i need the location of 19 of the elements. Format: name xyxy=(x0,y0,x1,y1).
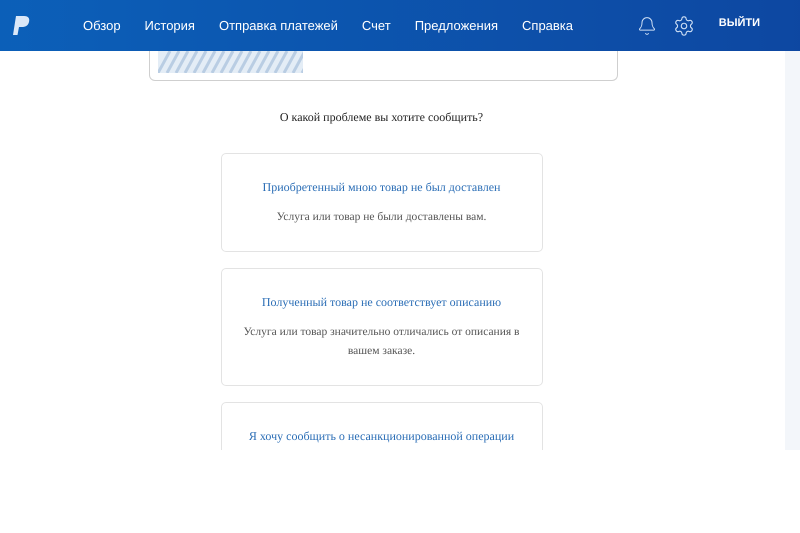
option-description: Услуга или товар не были доставлены вам. xyxy=(276,210,486,225)
nav-link[interactable]: Отправка платежей xyxy=(218,16,338,36)
option-title: Полученный товар не соответствует описанию xyxy=(262,294,502,311)
nav-link[interactable]: История xyxy=(144,16,195,36)
logout-button[interactable]: ВЫЙТИ xyxy=(718,15,760,32)
settings-icon[interactable] xyxy=(672,14,695,36)
nav-link[interactable]: Счет xyxy=(362,16,391,36)
notifications-bell-icon[interactable] xyxy=(636,16,657,36)
issue-option-card[interactable]: Приобретенный мною товар не был доставлен Услуга или товар не были доставлены вам. xyxy=(220,153,542,252)
logo-icon[interactable] xyxy=(11,14,31,36)
option-title: Приобретенный мною товар не был доставлен xyxy=(262,179,500,196)
nav-link[interactable]: Предложения xyxy=(414,16,498,36)
issue-option-card[interactable]: Я хочу сообщить о несанкционированной операции xyxy=(220,402,542,450)
issue-option-card[interactable]: Полученный товар не соответствует описанию Услуга или товар значительно отличались от описания в вашем заказе. xyxy=(220,268,542,386)
nav-link[interactable]: Обзор xyxy=(83,16,121,36)
option-description: Услуга или товар значительно отличались от описания в вашем заказе. xyxy=(242,325,520,359)
option-title: Я хочу сообщить о несанкционированной операции xyxy=(248,428,514,445)
question-heading: О какой проблеме вы хотите сообщить? xyxy=(280,109,484,126)
nav-link[interactable]: Справка xyxy=(522,16,574,36)
